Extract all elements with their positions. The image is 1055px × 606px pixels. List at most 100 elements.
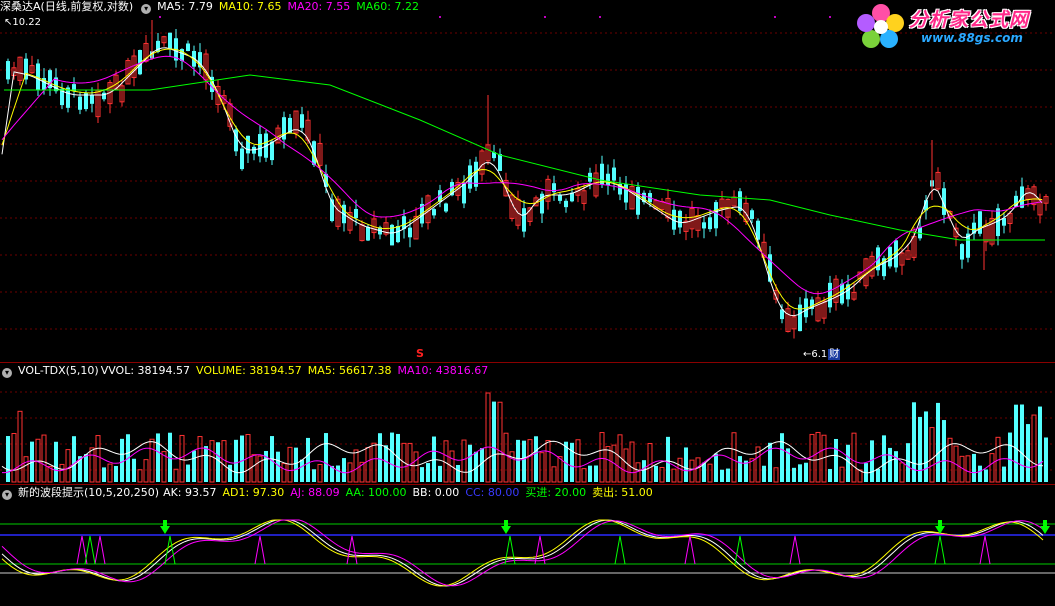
volume-bar-up (257, 455, 263, 483)
volume-bar-down (336, 465, 340, 482)
volume-bar-up (539, 452, 545, 483)
volume-bar-up (413, 451, 419, 483)
volume-bar-up (173, 468, 179, 483)
indicator-chart[interactable] (0, 484, 1055, 606)
volume-bar-up (809, 433, 815, 483)
volume-bar-up (623, 448, 629, 483)
volume-bar-up (551, 466, 557, 483)
volume-bar-down (120, 438, 124, 482)
signal-spike (504, 535, 516, 565)
sell-arrow-icon (160, 526, 170, 534)
volume-bar-down (114, 465, 118, 482)
volume-bar-down (654, 465, 658, 482)
volume-bar-down (438, 465, 442, 482)
volume-bar-down (456, 464, 460, 482)
ma60-readout: MA60: 7.22 (356, 0, 419, 13)
volume-bar-down (594, 465, 598, 482)
candle-down (558, 194, 562, 201)
price-chart-pane[interactable]: 深桑达A(日线,前复权,对数) ▾ MA5: 7.79 MA10: 7.65 MA20:… (0, 0, 1055, 362)
volume-bar-down (942, 420, 946, 482)
sell-arrow-icon (1040, 526, 1050, 534)
candle-down (432, 209, 436, 216)
volume-chart[interactable] (0, 362, 1055, 484)
volume-bar-down (888, 447, 892, 482)
ma20-readout: MA20: 7.55 (287, 0, 351, 13)
candle-down (498, 154, 502, 171)
volume-settings-icon[interactable]: ▾ (2, 368, 12, 378)
volume-bar-down (534, 436, 538, 482)
volume-bar-down (312, 469, 316, 482)
volume-bar-up (137, 469, 143, 483)
site-logo: 分析家公式网 www.88gs.com (851, 3, 1051, 51)
event-marker[interactable]: S (416, 347, 424, 360)
volume-bar-down (1002, 466, 1006, 482)
volume-readout: VOLUME: 38194.57 (196, 364, 302, 377)
volume-bar-down (666, 436, 670, 482)
settings-toggle-icon[interactable]: ▾ (141, 4, 152, 14)
volume-bar-down (54, 441, 58, 482)
signal-spike (346, 535, 358, 565)
volume-bar-down (780, 433, 784, 482)
volume-bar-down (1044, 437, 1048, 482)
volume-bar-up (689, 459, 695, 483)
volume-bar-up (365, 447, 371, 483)
volume-bar-up (353, 449, 359, 483)
indicator-settings-icon[interactable]: ▾ (2, 490, 12, 500)
volume-bar-up (317, 464, 323, 483)
volume-bar-down (804, 462, 808, 482)
volume-bar-up (647, 442, 653, 483)
volume-bar-down (156, 433, 160, 482)
price-header: 深桑达A(日线,前复权,对数) ▾ MA5: 7.79 MA10: 7.65 MA20:… (0, 0, 425, 14)
volume-bar-down (972, 453, 976, 482)
volume-bar-down (516, 439, 520, 482)
sell-arrow-icon (163, 520, 167, 526)
candle-down (408, 227, 412, 238)
candlestick-chart[interactable] (0, 0, 1055, 362)
volume-bar-down (876, 468, 880, 482)
indicator-name: 新的波段提示(10,5,20,250) (18, 486, 160, 499)
flower-logo-icon (857, 4, 904, 48)
indicator-pane[interactable]: ▾ 新的波段提示(10,5,20,250) AK: 93.57 AD1: 97.30 A… (0, 484, 1055, 606)
volume-bar-up (371, 442, 377, 483)
volume-bar-down (1026, 424, 1030, 482)
candle-down (708, 217, 712, 230)
signal-spike (684, 535, 696, 565)
volume-bar-down (6, 436, 10, 482)
volume-bar-down (240, 435, 244, 482)
candle-down (168, 32, 172, 50)
volume-bar-up (503, 432, 509, 483)
ma10-readout: MA10: 7.65 (218, 0, 282, 13)
signal-dot (599, 16, 601, 18)
volume-pane[interactable]: ▾ VOL-TDX(5,10) VVOL: 38194.57 VOLUME: 3819… (0, 362, 1055, 484)
volume-bar-up (89, 447, 95, 483)
volume-bar-down (420, 467, 424, 482)
volume-bar-down (588, 465, 592, 482)
candle-down (714, 202, 718, 229)
volume-bar-down (834, 438, 838, 482)
buy-readout: 买进: 20.00 (525, 486, 587, 499)
candle-down (636, 186, 640, 215)
volume-bar-up (605, 446, 611, 483)
volume-bar-down (1020, 404, 1024, 482)
volume-bar-down (228, 464, 232, 482)
candle-down (90, 94, 94, 104)
volume-bar-up (671, 468, 677, 483)
logo-title: 分析家公式网 (909, 9, 1030, 31)
candle-down (522, 208, 526, 232)
volume-bar-up (965, 455, 971, 483)
volume-bar-up (599, 432, 605, 483)
candle-down (6, 61, 10, 80)
volume-bar-up (251, 454, 257, 483)
ad1-readout: AD1: 97.30 (222, 486, 285, 499)
candle-down (828, 282, 832, 308)
volume-bar-up (461, 439, 467, 483)
volume-bar-down (390, 432, 394, 482)
indicator-header: ▾ 新的波段提示(10,5,20,250) AK: 93.57 AD1: 97.30 A… (0, 486, 659, 500)
finance-badge[interactable]: 财 (828, 349, 841, 360)
volume-header: ▾ VOL-TDX(5,10) VVOL: 38194.57 VOLUME: 3819… (0, 364, 494, 378)
candle-down (270, 141, 274, 161)
volume-bar-down (978, 465, 982, 482)
volume-bar-up (143, 459, 149, 483)
volume-bar-down (324, 433, 328, 482)
volume-bar-up (929, 427, 935, 483)
